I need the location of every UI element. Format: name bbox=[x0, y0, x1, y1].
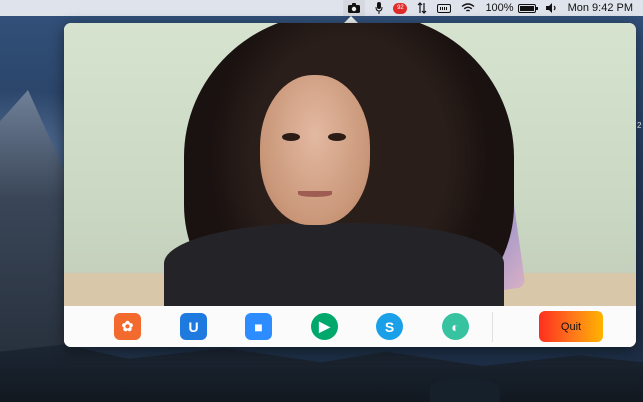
skype-button[interactable]: S bbox=[376, 313, 403, 340]
skype-icon: S bbox=[384, 318, 395, 335]
network-menu-extra[interactable] bbox=[417, 0, 427, 16]
clock-text: Mon 9:42 PM bbox=[567, 2, 633, 14]
camera-preview-popover: ✿ U ■ ▶ S ◐ Quit bbox=[64, 23, 636, 347]
network-arrows-icon bbox=[418, 2, 427, 14]
teams-button[interactable]: U bbox=[180, 313, 207, 340]
wifi-menu-extra[interactable] bbox=[461, 0, 475, 16]
recording-menu-extra[interactable]: 92 bbox=[393, 0, 408, 16]
microphone-icon bbox=[375, 2, 383, 14]
clock-menu-extra[interactable]: Mon 9:42 PM bbox=[568, 0, 633, 16]
camera-preview bbox=[64, 23, 636, 306]
speaker-icon bbox=[545, 3, 556, 13]
menu-bar: 92 100% Mon 9:42 PM bbox=[0, 0, 643, 16]
volume-menu-extra[interactable] bbox=[545, 0, 558, 16]
google-meet-button[interactable]: ▶ bbox=[311, 313, 338, 340]
webex-meet-button[interactable]: ✿ bbox=[114, 313, 141, 340]
microphone-menu-extra[interactable] bbox=[375, 0, 383, 16]
battery-icon bbox=[517, 3, 538, 13]
zoom-button[interactable]: ■ bbox=[245, 313, 272, 340]
keyboard-icon bbox=[437, 3, 452, 13]
webex-button[interactable]: ◐ bbox=[442, 313, 469, 340]
toolbar-divider bbox=[492, 312, 493, 342]
preview-mouth bbox=[298, 191, 332, 197]
webex-ring-icon: ◐ bbox=[451, 318, 460, 335]
wallpaper-sea-rock bbox=[430, 378, 500, 402]
google-meet-icon: ▶ bbox=[319, 318, 330, 334]
battery-percent: 100% bbox=[485, 2, 514, 14]
battery-menu-extra[interactable]: 100% bbox=[485, 0, 538, 16]
zoom-camera-icon: ■ bbox=[254, 318, 263, 335]
preview-person-face bbox=[260, 75, 370, 225]
recording-badge: 92 bbox=[393, 2, 408, 14]
preview-eye-right bbox=[328, 133, 346, 141]
preview-person-shirt bbox=[164, 223, 504, 306]
wifi-icon bbox=[461, 3, 475, 12]
webex-flower-icon: ✿ bbox=[121, 318, 134, 334]
battery-fill bbox=[519, 5, 534, 11]
camera-menu-extra[interactable] bbox=[343, 0, 366, 16]
keyboard-menu-extra[interactable] bbox=[437, 0, 452, 16]
camera-icon bbox=[348, 3, 361, 13]
desktop-edge-text: 2 bbox=[637, 121, 642, 130]
preview-eye-left bbox=[282, 133, 300, 141]
quit-button[interactable]: Quit bbox=[539, 311, 603, 342]
teams-u-icon: U bbox=[188, 318, 199, 335]
